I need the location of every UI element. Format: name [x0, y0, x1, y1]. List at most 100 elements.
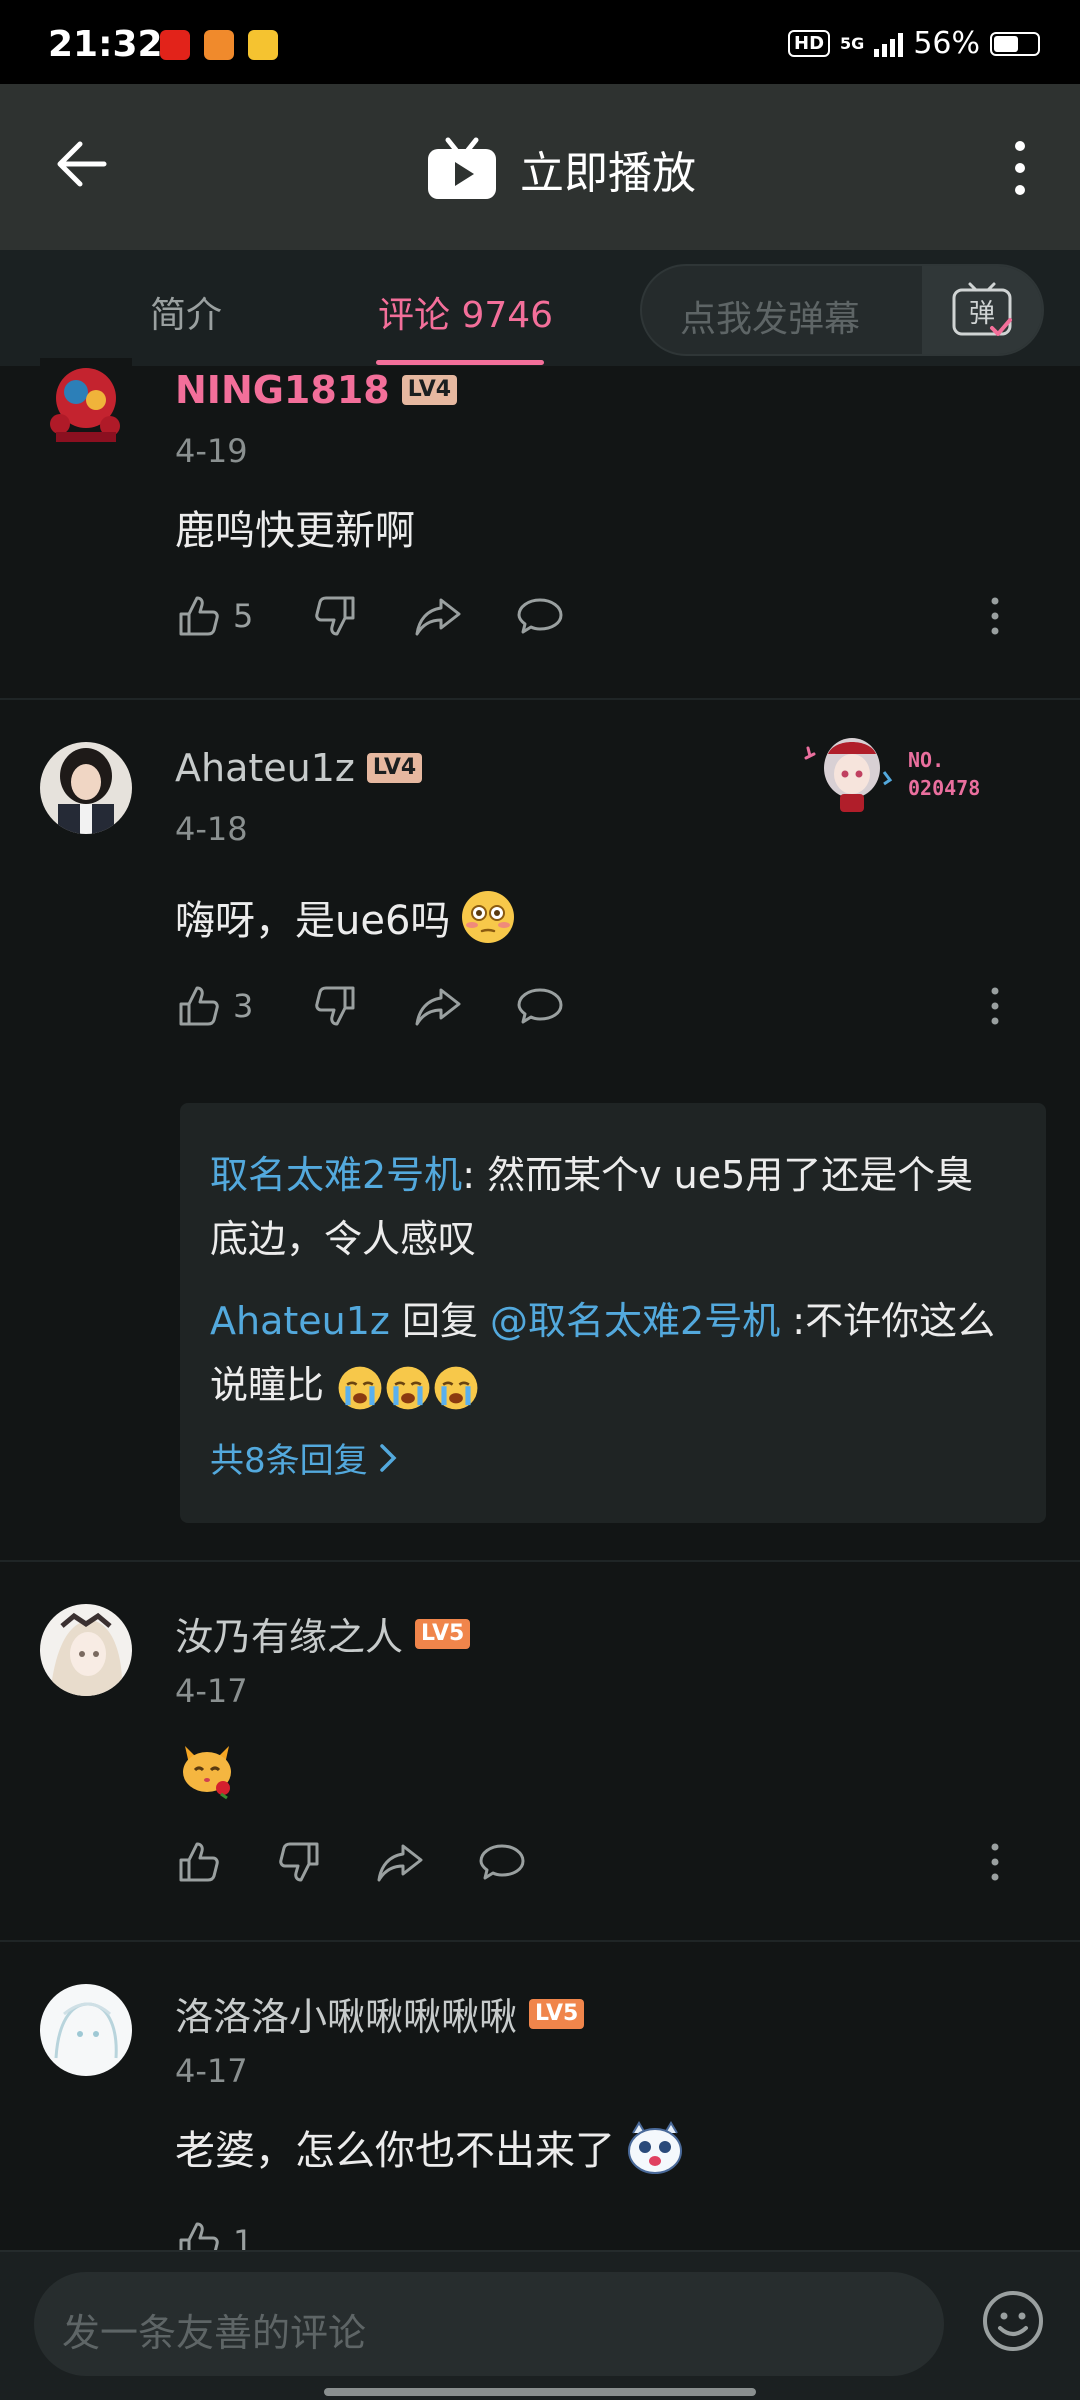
danmaku-placeholder: 点我发弹幕 [680, 299, 861, 340]
reply-button[interactable] [515, 976, 565, 1036]
comment-more-button[interactable] [985, 596, 1005, 636]
more-vertical-icon [1015, 141, 1025, 195]
share-button[interactable] [413, 976, 463, 1036]
fan-number-prefix: NO. [908, 748, 945, 772]
reply-item: Ahateu1z 回复 @取名太难2号机 :不许你这么说瞳比 [210, 1289, 1010, 1417]
level-badge: LV4 [401, 375, 458, 405]
cat-with-rose-emoji-icon [183, 1746, 231, 1800]
status-app-icons [160, 30, 278, 60]
comment-actions [175, 1832, 1005, 1892]
level-badge: LV5 [529, 1998, 585, 2029]
more-menu-button[interactable] [1008, 140, 1032, 196]
comment-actions: 3 [175, 976, 1005, 1036]
crying-emoji-icon [386, 1366, 430, 1409]
comment-text: 嗨呀，是ue6吗 [175, 888, 516, 946]
share-icon [415, 598, 461, 636]
dislike-button[interactable] [275, 1832, 323, 1892]
status-time: 21:32 [48, 24, 163, 65]
thumbs-up-icon [179, 986, 219, 1026]
thumbs-down-icon [315, 596, 355, 636]
avatar-image [40, 1604, 132, 1696]
crying-emoji-icon [434, 1366, 478, 1409]
share-icon [415, 988, 461, 1026]
username[interactable]: 汝乃有缘之人 LV5 [175, 1606, 471, 1661]
reply-button[interactable] [515, 586, 565, 646]
fan-number-badge[interactable]: NO. 020478 [800, 728, 1010, 818]
avatar[interactable] [40, 1604, 132, 1696]
level-badge: LV5 [415, 1618, 471, 1649]
back-button[interactable] [52, 134, 112, 194]
avatar-image [40, 742, 132, 834]
reply-username[interactable]: Ahateu1z [210, 1299, 390, 1343]
avatar[interactable] [40, 358, 132, 450]
tab-intro[interactable]: 简介 [150, 286, 222, 338]
username[interactable]: 洛洛洛小啾啾啾啾啾 LV5 [175, 1986, 585, 2041]
network-type: 5G [840, 33, 865, 53]
play-now-label: 立即播放 [520, 148, 696, 199]
like-count: 3 [233, 987, 254, 1025]
reply-verb: 回复 [389, 1299, 491, 1343]
username[interactable]: Ahateu1z LV4 [175, 746, 423, 790]
danmaku-toggle-button[interactable]: 弹 [922, 266, 1042, 354]
home-indicator[interactable] [324, 2388, 756, 2396]
username-text: Ahateu1z [175, 746, 355, 790]
crying-emoji-icon [338, 1366, 382, 1409]
comment-date: 4-17 [175, 2052, 248, 2090]
fan-number-value: 020478 [908, 776, 981, 800]
flushed-emoji-icon [462, 891, 515, 943]
like-button[interactable] [175, 1832, 223, 1892]
username[interactable]: NING1818 LV4 [175, 368, 458, 412]
view-all-replies-label: 共8条回复 [210, 1441, 368, 1481]
share-button[interactable] [413, 586, 463, 646]
like-button[interactable]: 3 [175, 976, 253, 1036]
app-notification-icon-2 [248, 30, 278, 60]
danmaku-input[interactable]: 点我发弹幕 弹 [640, 264, 1044, 356]
comment-text: 老婆，怎么你也不出来了 [175, 2118, 685, 2176]
comment-input[interactable]: 发一条友善的评论 [34, 2272, 944, 2376]
view-all-replies-link[interactable]: 共8条回复 [210, 1433, 398, 1482]
comment-input-placeholder: 发一条友善的评论 [62, 2311, 367, 2355]
bottom-comment-bar: 发一条友善的评论 [0, 2250, 1080, 2400]
reply-username[interactable]: 取名太难2号机 [210, 1153, 462, 1197]
signal-icon [874, 31, 904, 57]
comment-text: 鹿鸣快更新啊 [175, 498, 415, 556]
comment-item: 汝乃有缘之人 LV5 4-17 [0, 1562, 1080, 1942]
reply-button[interactable] [477, 1832, 527, 1892]
reply-preview-box[interactable]: 取名太难2号机: 然而某个v ue5用了还是个臭底边，令人感叹 Ahateu1z… [180, 1103, 1046, 1523]
battery-percent: 56% [913, 26, 980, 61]
play-now-button[interactable]: 立即播放 [426, 136, 696, 202]
avatar-image [40, 358, 132, 450]
avatar[interactable] [40, 742, 132, 834]
comment-text-content: 老婆，怎么你也不出来了 [175, 2128, 615, 2174]
fan-number-label: NO. 020478 [908, 746, 980, 802]
netease-music-icon [160, 30, 190, 60]
chevron-right-icon [379, 1443, 397, 1472]
danmaku-button-label: 弹 [969, 299, 995, 329]
tab-active-indicator [376, 360, 544, 365]
comment-more-button[interactable] [985, 1842, 1005, 1882]
share-button[interactable] [375, 1832, 425, 1892]
tab-comments[interactable]: 评论 9746 [378, 286, 553, 338]
dislike-button[interactable] [311, 586, 359, 646]
comment-item: NING1818 LV4 4-19 鹿鸣快更新啊 5 [0, 358, 1080, 700]
like-button[interactable]: 5 [175, 586, 253, 646]
status-right: HD 5G 56% [788, 26, 1040, 61]
tv-play-icon [428, 137, 496, 199]
avatar[interactable] [40, 1984, 132, 2076]
thumbs-up-icon [179, 596, 219, 636]
dislike-button[interactable] [311, 976, 359, 1036]
top-bar: 立即播放 [0, 84, 1080, 250]
tab-bar: 简介 评论 9746 点我发弹幕 弹 [0, 250, 1080, 366]
comment-more-button[interactable] [985, 986, 1005, 1026]
more-vertical-icon [991, 1843, 999, 1881]
app-notification-icon [204, 30, 234, 60]
anime-girl-decoration [804, 738, 893, 812]
battery-icon [990, 31, 1040, 56]
reply-mention[interactable]: @取名太难2号机 [490, 1299, 780, 1343]
smiley-icon [983, 2291, 1043, 2351]
comment-date: 4-17 [175, 1672, 248, 1710]
emoji-picker-button[interactable] [980, 2288, 1046, 2354]
comment-item: 洛洛洛小啾啾啾啾啾 LV5 4-17 老婆，怎么你也不出来了 1 [0, 1942, 1080, 2262]
avatar-image [40, 1984, 132, 2076]
hd-icon: HD [788, 30, 831, 57]
